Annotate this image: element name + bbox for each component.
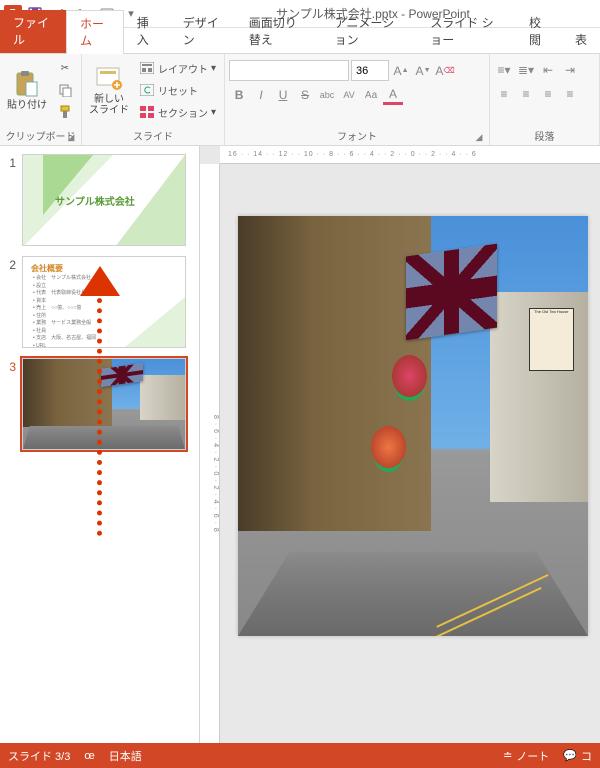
thumb-2-header: 会社概要 (31, 263, 63, 274)
notes-label: ノート (516, 748, 549, 764)
copy-icon (57, 82, 73, 98)
underline-button[interactable]: U (273, 85, 293, 105)
layout-icon (139, 60, 155, 76)
font-color-button[interactable]: A (383, 85, 403, 105)
font-size-input[interactable] (351, 60, 389, 81)
clipboard-launcher-icon[interactable]: ◢ (65, 132, 77, 144)
group-font-label: フォント (337, 132, 377, 143)
comments-label: コ (581, 748, 592, 764)
format-painter-button[interactable] (53, 102, 77, 122)
tab-file[interactable]: ファイル (0, 10, 66, 53)
copy-button[interactable] (53, 80, 77, 100)
decrease-indent-button[interactable]: ⇤ (538, 60, 558, 80)
bold-button[interactable]: B (229, 85, 249, 105)
group-slides: 新しい スライド レイアウト ▾ リセット セクション ▾ スライド (82, 54, 225, 145)
char-spacing-button[interactable]: AV (339, 85, 359, 105)
section-label: セクション (158, 105, 208, 120)
bullets-button[interactable]: ≡▾ (494, 60, 514, 80)
annotation-arrow-line (97, 288, 102, 536)
paste-icon (12, 70, 42, 98)
tab-home[interactable]: ホーム (66, 10, 124, 54)
slide-counter[interactable]: スライド 3/3 (8, 748, 70, 764)
shop-sign: The Old Tea House (529, 308, 575, 371)
ribbon-tabs: ファイル ホーム 挿入 デザイン 画面切り替え アニメーション スライド ショー… (0, 28, 600, 53)
slide-thumbnails-panel[interactable]: 1 サンプル株式会社 2 会社概要 • 会社 サンプル株式会社 • 設立 • 代… (0, 146, 200, 743)
numbering-button[interactable]: ≣▾ (516, 60, 536, 80)
strikethrough-button[interactable]: S (295, 85, 315, 105)
section-icon (139, 104, 155, 120)
decrease-font-icon[interactable]: A▼ (413, 61, 433, 81)
ribbon: 貼り付け ✂ クリップボード◢ 新しい スライド レイアウト ▾ リセット セク… (0, 53, 600, 146)
slide-canvas[interactable]: The Old Tea House (238, 216, 588, 636)
workspace: 1 サンプル株式会社 2 会社概要 • 会社 サンプル株式会社 • 設立 • 代… (0, 146, 600, 743)
italic-button[interactable]: I (251, 85, 271, 105)
notes-button[interactable]: ≐ ノート (503, 748, 549, 764)
tab-view[interactable]: 表 (562, 27, 600, 53)
align-right-button[interactable]: ≡ (538, 84, 558, 104)
increase-indent-button[interactable]: ⇥ (560, 60, 580, 80)
status-bar: スライド 3/3 œ 日本語 ≐ ノート 💬 コ (0, 743, 600, 768)
thumb-number: 2 (4, 256, 16, 348)
thumb-number: 3 (4, 358, 16, 450)
thumb-1-title: サンプル株式会社 (55, 193, 135, 208)
tab-animations[interactable]: アニメーション (322, 10, 418, 53)
cut-icon: ✂ (57, 60, 73, 76)
text-shadow-button[interactable]: abc (317, 85, 337, 105)
reset-button[interactable]: リセット (135, 80, 220, 100)
increase-font-icon[interactable]: A▲ (391, 61, 411, 81)
thumb-slide-3[interactable] (22, 358, 186, 450)
group-paragraph: ≡▾ ≣▾ ⇤ ⇥ ≡ ≡ ≡ ≡ 段落 (490, 54, 600, 145)
tab-review[interactable]: 校閲 (516, 10, 562, 53)
group-clipboard: 貼り付け ✂ クリップボード◢ (0, 54, 82, 145)
vertical-ruler: 8 · 6 · 4 · 2 · 0 · 2 · 4 · 6 · 8 (200, 164, 220, 743)
paste-label: 貼り付け (7, 100, 47, 111)
tab-insert[interactable]: 挿入 (124, 10, 170, 53)
font-launcher-icon[interactable]: ◢ (473, 132, 485, 144)
change-case-button[interactable]: Aa (361, 85, 381, 105)
format-painter-icon (57, 104, 73, 120)
horizontal-ruler: 16 · · 14 · · 12 · · 10 · · 8 · · 6 · · … (220, 146, 600, 164)
align-left-button[interactable]: ≡ (494, 84, 514, 104)
comments-button[interactable]: 💬 コ (563, 748, 592, 764)
new-slide-icon (94, 64, 124, 92)
group-font: A▲ A▼ A⌫ B I U S abc AV Aa A フォント ◢ (225, 54, 490, 145)
justify-button[interactable]: ≡ (560, 84, 580, 104)
slide-edit-area[interactable]: 16 · · 14 · · 12 · · 10 · · 8 · · 6 · · … (200, 146, 600, 743)
tab-design[interactable]: デザイン (170, 10, 236, 53)
cut-button[interactable]: ✂ (53, 58, 77, 78)
new-slide-label: 新しい スライド (89, 94, 129, 116)
tab-slideshow[interactable]: スライド ショー (417, 10, 516, 53)
clear-formatting-icon[interactable]: A⌫ (435, 61, 455, 81)
thumb-number: 1 (4, 154, 16, 246)
group-paragraph-label: 段落 (494, 127, 595, 145)
reset-icon (139, 82, 155, 98)
section-button[interactable]: セクション ▾ (135, 102, 220, 122)
reset-label: リセット (158, 83, 198, 98)
tab-transitions[interactable]: 画面切り替え (236, 10, 322, 53)
paste-button[interactable]: 貼り付け (4, 56, 50, 124)
layout-button[interactable]: レイアウト ▾ (135, 58, 220, 78)
layout-label: レイアウト (158, 61, 208, 76)
language-indicator[interactable]: 日本語 (109, 748, 142, 764)
thumb-item[interactable]: 1 サンプル株式会社 (4, 154, 195, 246)
thumb-slide-1[interactable]: サンプル株式会社 (22, 154, 186, 246)
font-name-input[interactable] (229, 60, 349, 81)
group-slides-label: スライド (86, 127, 220, 145)
align-center-button[interactable]: ≡ (516, 84, 536, 104)
spellcheck-icon[interactable]: œ (84, 750, 94, 762)
annotation-arrow-head-icon (80, 266, 120, 296)
new-slide-button[interactable]: 新しい スライド (86, 56, 132, 124)
